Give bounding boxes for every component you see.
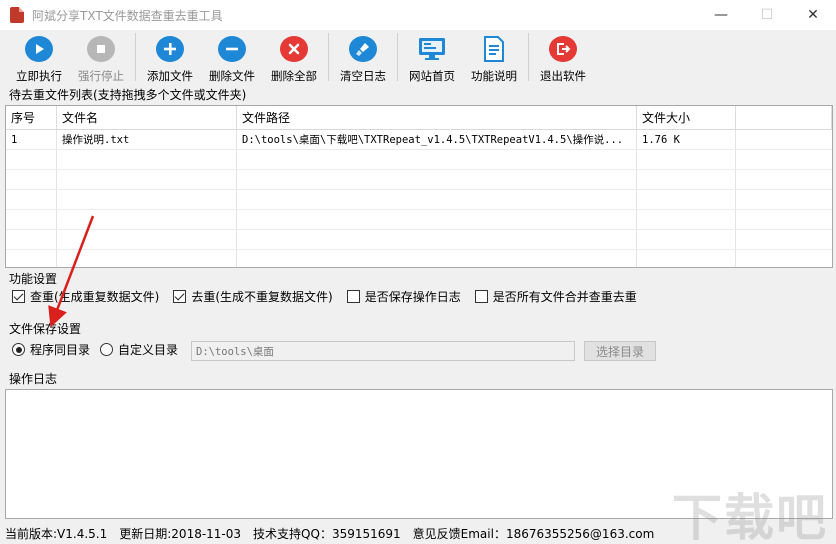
stop-button: 强行停止	[70, 30, 132, 84]
exit-icon	[549, 36, 577, 62]
cell-name: 操作说明.txt	[57, 130, 237, 149]
title-bar: 阿斌分享TXT文件数据查重去重工具 — ☐ ✕	[0, 0, 836, 30]
cell-filler	[736, 130, 832, 149]
column-header-path[interactable]: 文件路径	[237, 106, 637, 129]
website-label: 网站首页	[409, 69, 455, 83]
column-header-size[interactable]: 文件大小	[637, 106, 736, 129]
features-label: 功能设置	[9, 272, 58, 286]
cell-size: 1.76 K	[637, 130, 736, 149]
merge-files-option[interactable]: 是否所有文件合并查重去重	[474, 288, 637, 305]
column-header-index[interactable]: 序号	[6, 106, 57, 129]
save-options: 程序同目录 自定义目录	[12, 341, 188, 358]
log-area[interactable]	[5, 389, 833, 519]
support-qq-text: 技术支持QQ：359151691	[253, 526, 401, 541]
delete-all-button[interactable]: 删除全部	[263, 30, 325, 84]
toolbar-divider	[135, 33, 136, 81]
plus-icon	[156, 36, 184, 62]
table-header: 序号 文件名 文件路径 文件大小	[6, 106, 832, 130]
custom-dir-label: 自定义目录	[118, 343, 179, 357]
version-text: 当前版本:V1.4.5.1	[5, 526, 108, 541]
play-icon	[25, 36, 53, 62]
table-row[interactable]: 1 操作说明.txt D:\tools\桌面\下载吧\TXTRepeat_v1.…	[6, 130, 832, 150]
log-label: 操作日志	[9, 372, 58, 386]
merge-files-checkbox[interactable]	[474, 290, 488, 303]
column-header-name[interactable]: 文件名	[57, 106, 237, 129]
save-log-checkbox[interactable]	[346, 290, 360, 303]
same-dir-label: 程序同目录	[30, 343, 91, 357]
help-label: 功能说明	[471, 69, 517, 83]
feedback-email-text: 意见反馈Email：18676355256@163.com	[412, 526, 655, 541]
maximize-button: ☐	[760, 7, 774, 23]
close-window-button[interactable]: ✕	[790, 0, 836, 30]
close-icon	[280, 36, 308, 62]
app-logo-icon	[10, 7, 24, 23]
save-settings-label: 文件保存设置	[9, 322, 82, 336]
status-bar: 当前版本:V1.4.5.1 更新日期:2018-11-03 技术支持QQ：359…	[0, 522, 836, 544]
dedupe-check-label: 查重(生成重复数据文件)	[30, 290, 160, 304]
clear-log-label: 清空日志	[340, 69, 386, 83]
same-dir-option[interactable]: 程序同目录	[12, 341, 90, 358]
delete-file-label: 删除文件	[209, 69, 255, 83]
empty-row	[6, 190, 832, 210]
minimize-button[interactable]: —	[698, 0, 744, 30]
empty-row	[6, 230, 832, 250]
dedupe-remove-option[interactable]: 去重(生成不重复数据文件)	[173, 288, 333, 305]
custom-dir-radio[interactable]	[100, 343, 114, 356]
document-icon	[479, 36, 509, 62]
stop-icon	[87, 36, 115, 62]
add-file-button[interactable]: 添加文件	[139, 30, 201, 84]
dedupe-check-option[interactable]: 查重(生成重复数据文件)	[12, 288, 159, 305]
save-log-option[interactable]: 是否保存操作日志	[346, 288, 461, 305]
choose-directory-button: 选择目录	[584, 341, 656, 361]
help-button[interactable]: 功能说明	[463, 30, 525, 84]
window-controls: — ☐ ✕	[698, 0, 836, 30]
toolbar-divider	[528, 33, 529, 81]
delete-file-button[interactable]: 删除文件	[201, 30, 263, 84]
exit-button[interactable]: 退出软件	[532, 30, 594, 84]
empty-row	[6, 170, 832, 190]
feature-options: 查重(生成重复数据文件) 去重(生成不重复数据文件) 是否保存操作日志 是否所有…	[12, 288, 651, 305]
file-list-label: 待去重文件列表(支持拖拽多个文件或文件夹)	[9, 88, 247, 102]
update-date-text: 更新日期:2018-11-03	[119, 526, 242, 541]
directory-field: D:\tools\桌面	[191, 341, 575, 361]
website-button[interactable]: 网站首页	[401, 30, 463, 84]
toolbar-divider	[397, 33, 398, 81]
same-dir-radio[interactable]	[12, 343, 25, 356]
column-header-filler	[736, 106, 832, 129]
cell-path: D:\tools\桌面\下载吧\TXTRepeat_v1.4.5\TXTRepe…	[237, 130, 637, 149]
file-list-table[interactable]: 序号 文件名 文件路径 文件大小 1 操作说明.txt D:\tools\桌面\…	[5, 105, 833, 268]
merge-files-label: 是否所有文件合并查重去重	[492, 290, 637, 304]
dedupe-check-checkbox[interactable]	[12, 290, 25, 303]
minus-icon	[218, 36, 246, 62]
custom-dir-option[interactable]: 自定义目录	[100, 341, 178, 358]
brush-icon	[349, 36, 377, 62]
dedupe-remove-checkbox[interactable]	[173, 290, 187, 303]
monitor-icon	[417, 36, 447, 62]
empty-row	[6, 250, 832, 267]
add-file-label: 添加文件	[147, 69, 193, 83]
delete-all-label: 删除全部	[271, 69, 317, 83]
empty-row	[6, 210, 832, 230]
toolbar-divider	[328, 33, 329, 81]
cell-index: 1	[6, 130, 57, 149]
run-button-label: 立即执行	[16, 69, 62, 83]
window-title: 阿斌分享TXT文件数据查重去重工具	[32, 8, 223, 23]
save-log-label: 是否保存操作日志	[364, 290, 461, 304]
run-button[interactable]: 立即执行	[8, 30, 70, 84]
toolbar: 立即执行 强行停止 添加文件 删除文件 删除全部 清空日志 网站首页 功能说明 …	[0, 30, 836, 84]
dedupe-remove-label: 去重(生成不重复数据文件)	[191, 290, 333, 304]
empty-row	[6, 150, 832, 170]
exit-label: 退出软件	[540, 69, 586, 83]
clear-log-button[interactable]: 清空日志	[332, 30, 394, 84]
stop-button-label: 强行停止	[78, 69, 124, 83]
